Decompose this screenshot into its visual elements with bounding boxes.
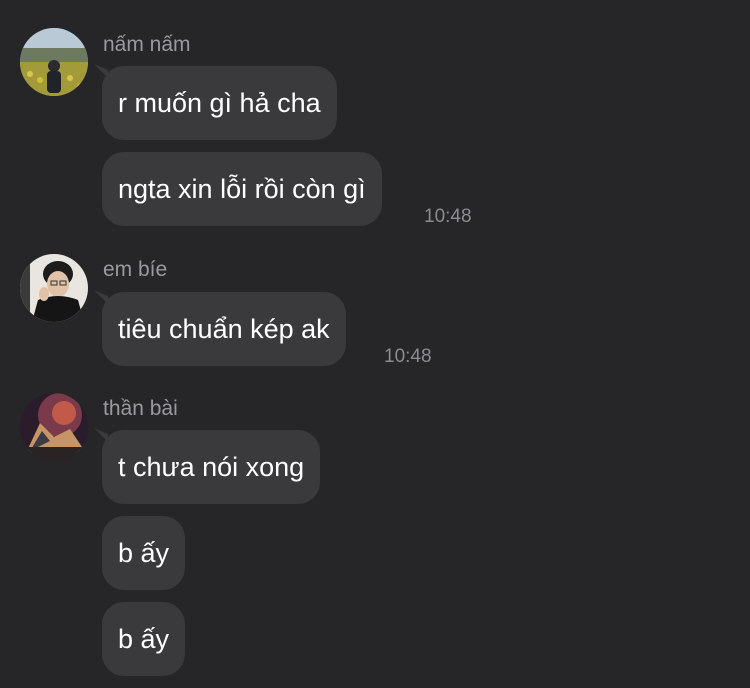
message-timestamp: 10:48 (384, 346, 432, 367)
message-bubble[interactable]: tiêu chuẩn kép ak (102, 292, 346, 366)
message-bubble[interactable]: r muốn gì hả cha (102, 66, 337, 140)
message-bubble[interactable]: t chưa nói xong (102, 430, 321, 504)
message-bubble[interactable]: b ấy (102, 516, 186, 590)
sender-name: em bíe (103, 258, 168, 281)
avatar[interactable] (20, 393, 88, 461)
message-bubble[interactable]: ngta xin lỗi rồi còn gì (102, 152, 382, 226)
message-timestamp: 10:48 (424, 206, 472, 227)
avatar[interactable] (20, 254, 88, 322)
avatar[interactable] (20, 28, 88, 96)
avatar-photo-icon (20, 393, 88, 461)
avatar-photo-icon (20, 28, 88, 96)
message-bubble[interactable]: b ấy (102, 602, 186, 676)
chat-thread: nấm nấm r muốn gì hả cha ngta xin lỗi rồ… (0, 0, 750, 688)
sender-name: nấm nấm (103, 33, 191, 56)
sender-name: thần bài (103, 397, 178, 420)
avatar-photo-icon (20, 254, 88, 322)
